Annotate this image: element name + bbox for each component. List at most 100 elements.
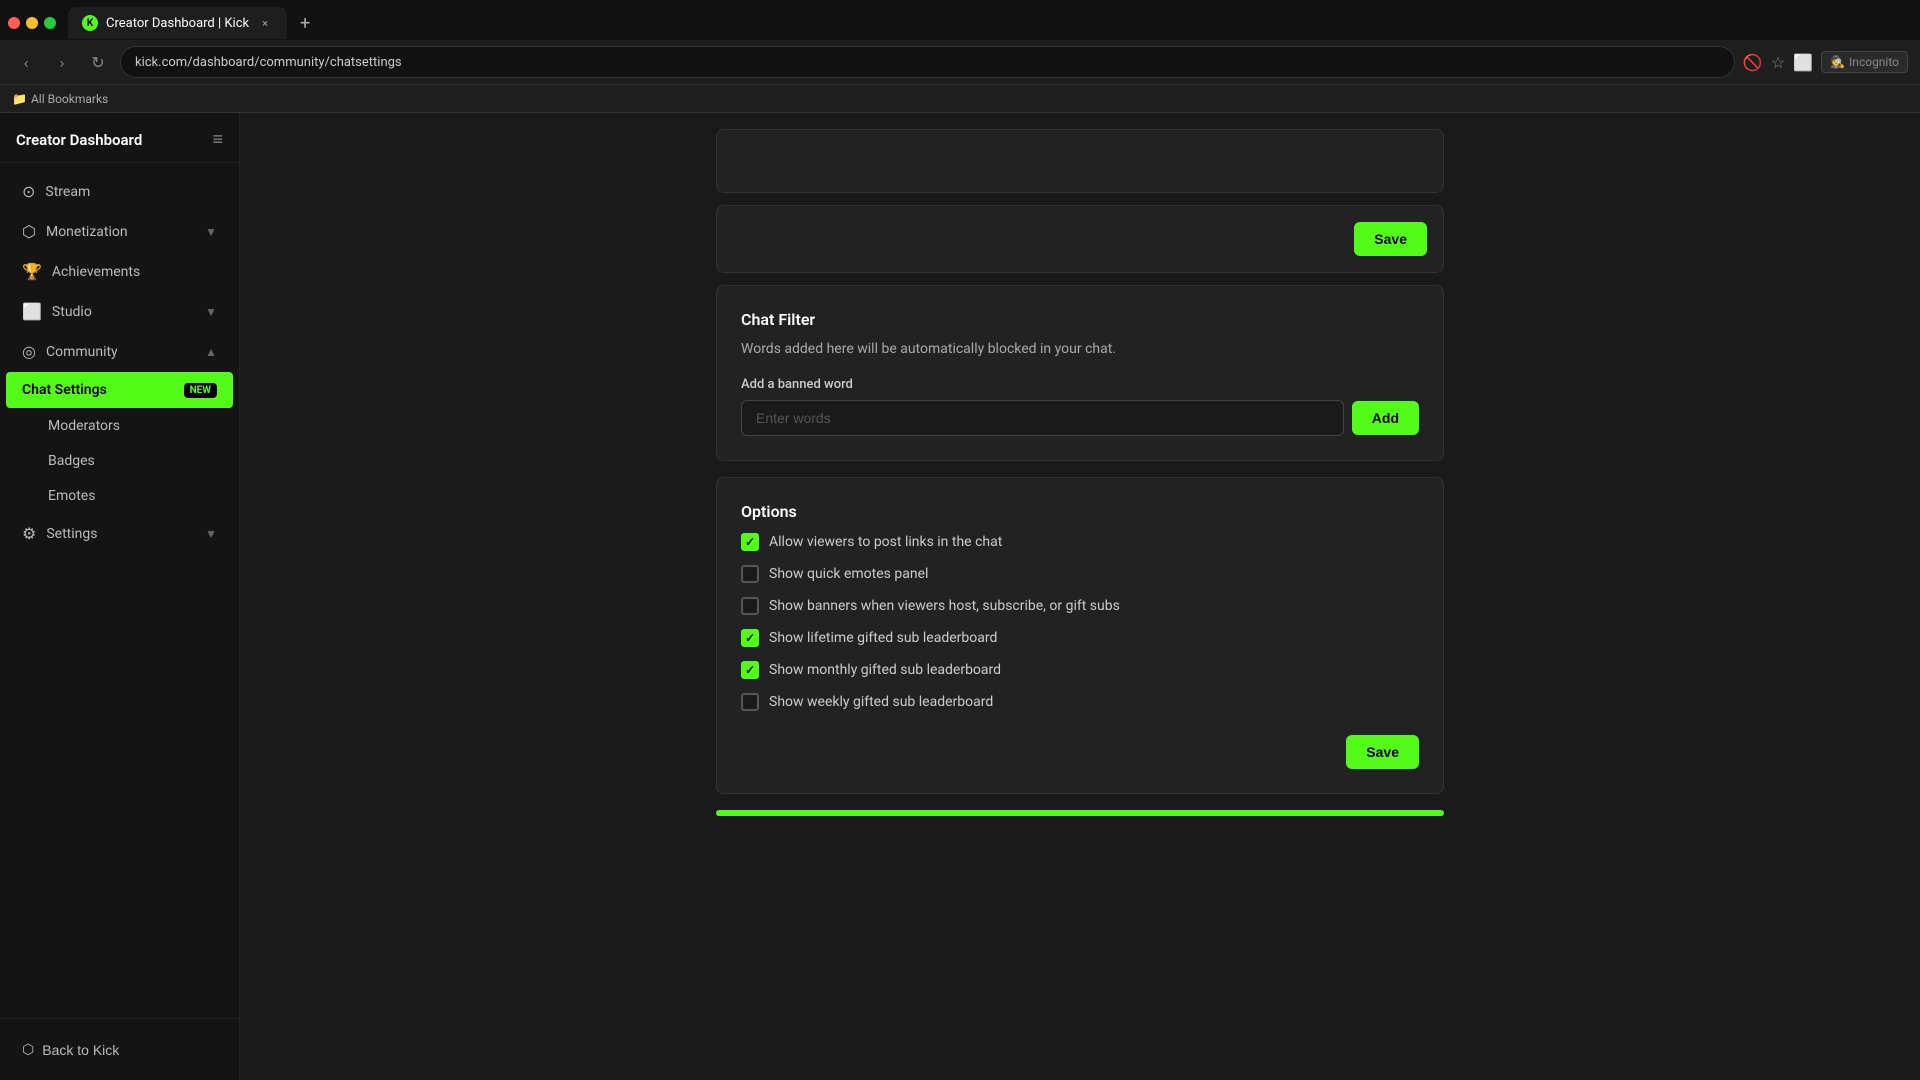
sidebar-item-badges[interactable]: Badges (6, 444, 233, 478)
app-container: Creator Dashboard ≡ ⊙ Stream ⬡ Monetizat… (0, 113, 1920, 1080)
checkbox-monthly-gifted[interactable] (741, 661, 759, 679)
sidebar-item-stream[interactable]: ⊙ Stream (6, 172, 233, 211)
option-label-weekly-gifted: Show weekly gifted sub leaderboard (769, 694, 993, 710)
bookmarks-label: All Bookmarks (31, 92, 108, 106)
settings-icon: ⚙ (22, 524, 36, 543)
top-save-card: Save (716, 205, 1444, 273)
new-tab-button[interactable]: + (291, 9, 319, 37)
top-partial-card (716, 129, 1444, 193)
checkbox-quick-emotes[interactable] (741, 565, 759, 583)
sidebar-item-achievements[interactable]: 🏆 Achievements (6, 252, 233, 291)
url-text: kick.com/dashboard/community/chatsetting… (135, 55, 402, 70)
options-title: Options (741, 502, 1419, 521)
option-label-quick-emotes: Show quick emotes panel (769, 566, 928, 582)
sidebar-item-badges-label: Badges (48, 453, 95, 469)
sidebar-item-moderators[interactable]: Moderators (6, 409, 233, 443)
settings-chevron-icon: ▼ (205, 527, 217, 541)
chat-settings-new-badge: NEW (184, 383, 217, 398)
option-label-lifetime-gifted: Show lifetime gifted sub leaderboard (769, 630, 997, 646)
sidebar-header: Creator Dashboard ≡ (0, 113, 239, 163)
content-area: Save Chat Filter Words added here will b… (700, 129, 1460, 816)
tab-bar: K Creator Dashboard | Kick × + (0, 0, 1920, 40)
monetization-icon: ⬡ (22, 222, 36, 241)
sidebar: Creator Dashboard ≡ ⊙ Stream ⬡ Monetizat… (0, 113, 240, 1080)
nav-bar: ‹ › ↻ kick.com/dashboard/community/chats… (0, 40, 1920, 84)
banned-word-label: Add a banned word (741, 377, 1419, 392)
url-bar[interactable]: kick.com/dashboard/community/chatsetting… (120, 46, 1735, 78)
checkbox-banners[interactable] (741, 597, 759, 615)
studio-icon: ⬜ (22, 302, 42, 321)
tab-close-icon[interactable]: × (257, 15, 273, 31)
add-banned-word-button[interactable]: Add (1352, 401, 1419, 435)
option-row-banners: Show banners when viewers host, subscrib… (741, 597, 1419, 615)
option-row-monthly-gifted: Show monthly gifted sub leaderboard (741, 661, 1419, 679)
achievements-icon: 🏆 (22, 262, 42, 281)
checkbox-lifetime-gifted[interactable] (741, 629, 759, 647)
options-card: Options Allow viewers to post links in t… (716, 477, 1444, 794)
nav-right-controls: 🚫 ☆ ⬜ 🕵 Incognito (1743, 51, 1908, 73)
studio-chevron-icon: ▼ (205, 305, 217, 319)
sidebar-nav: ⊙ Stream ⬡ Monetization ▼ 🏆 Achievements… (0, 163, 239, 1018)
incognito-icon: 🕵 (1830, 55, 1845, 69)
option-label-banners: Show banners when viewers host, subscrib… (769, 598, 1120, 614)
banned-word-input-row: Add (741, 400, 1419, 436)
chat-filter-card: Chat Filter Words added here will be aut… (716, 285, 1444, 461)
incognito-badge: 🕵 Incognito (1821, 51, 1908, 73)
chat-filter-description: Words added here will be automatically b… (741, 341, 1419, 357)
checkbox-weekly-gifted[interactable] (741, 693, 759, 711)
camera-off-icon: 🚫 (1743, 53, 1763, 72)
bookmark-icon[interactable]: ☆ (1771, 53, 1785, 72)
main-content: Save Chat Filter Words added here will b… (240, 113, 1920, 1080)
tab-title: Creator Dashboard | Kick (106, 16, 249, 31)
active-tab[interactable]: K Creator Dashboard | Kick × (68, 7, 287, 39)
forward-nav-button[interactable]: › (48, 48, 76, 76)
banned-word-input[interactable] (741, 400, 1344, 436)
sidebar-item-community-label: Community (46, 344, 195, 360)
browser-chrome: K Creator Dashboard | Kick × + ‹ › ↻ kic… (0, 0, 1920, 113)
window-controls (8, 17, 56, 29)
minimize-window-btn[interactable] (26, 17, 38, 29)
checkbox-allow-links[interactable] (741, 533, 759, 551)
back-to-kick-label: Back to Kick (42, 1042, 119, 1058)
sidebar-title: Creator Dashboard (16, 131, 142, 149)
sidebar-item-monetization-label: Monetization (46, 224, 195, 240)
devices-icon[interactable]: ⬜ (1793, 53, 1813, 72)
option-label-allow-links: Allow viewers to post links in the chat (769, 534, 1002, 550)
community-chevron-icon: ▲ (205, 345, 217, 359)
sidebar-item-settings-label: Settings (46, 526, 195, 542)
sidebar-item-emotes-label: Emotes (48, 488, 95, 504)
back-nav-button[interactable]: ‹ (12, 48, 40, 76)
sidebar-item-studio[interactable]: ⬜ Studio ▼ (6, 292, 233, 331)
option-row-quick-emotes: Show quick emotes panel (741, 565, 1419, 583)
maximize-window-btn[interactable] (44, 17, 56, 29)
sidebar-item-community[interactable]: ◎ Community ▲ (6, 332, 233, 371)
close-window-btn[interactable] (8, 17, 20, 29)
option-row-weekly-gifted: Show weekly gifted sub leaderboard (741, 693, 1419, 711)
bottom-accent-bar (716, 810, 1444, 816)
option-row-allow-links: Allow viewers to post links in the chat (741, 533, 1419, 551)
back-to-kick-icon: ⬡ (22, 1041, 34, 1058)
tab-favicon: K (82, 15, 98, 31)
sidebar-footer: ⬡ Back to Kick (0, 1018, 239, 1080)
top-save-button[interactable]: Save (1354, 222, 1427, 256)
back-to-kick-button[interactable]: ⬡ Back to Kick (8, 1031, 231, 1068)
sidebar-item-emotes[interactable]: Emotes (6, 479, 233, 513)
sidebar-item-chat-settings[interactable]: Chat Settings NEW (6, 372, 233, 408)
stream-icon: ⊙ (22, 182, 35, 201)
options-save-button[interactable]: Save (1346, 735, 1419, 769)
option-label-monthly-gifted: Show monthly gifted sub leaderboard (769, 662, 1001, 678)
sidebar-item-chat-settings-label: Chat Settings (22, 382, 174, 398)
sidebar-collapse-button[interactable]: ≡ (212, 129, 223, 150)
bookmarks-folder-icon: 📁 (12, 92, 27, 106)
chat-filter-title: Chat Filter (741, 310, 1419, 329)
option-row-lifetime-gifted: Show lifetime gifted sub leaderboard (741, 629, 1419, 647)
options-list: Allow viewers to post links in the chat … (741, 533, 1419, 711)
bookmarks-bar: 📁 All Bookmarks (0, 84, 1920, 112)
sidebar-item-monetization[interactable]: ⬡ Monetization ▼ (6, 212, 233, 251)
sidebar-item-settings[interactable]: ⚙ Settings ▼ (6, 514, 233, 553)
refresh-nav-button[interactable]: ↻ (84, 48, 112, 76)
sidebar-item-stream-label: Stream (45, 184, 217, 200)
monetization-chevron-icon: ▼ (205, 225, 217, 239)
community-icon: ◎ (22, 342, 36, 361)
incognito-label: Incognito (1849, 55, 1899, 69)
